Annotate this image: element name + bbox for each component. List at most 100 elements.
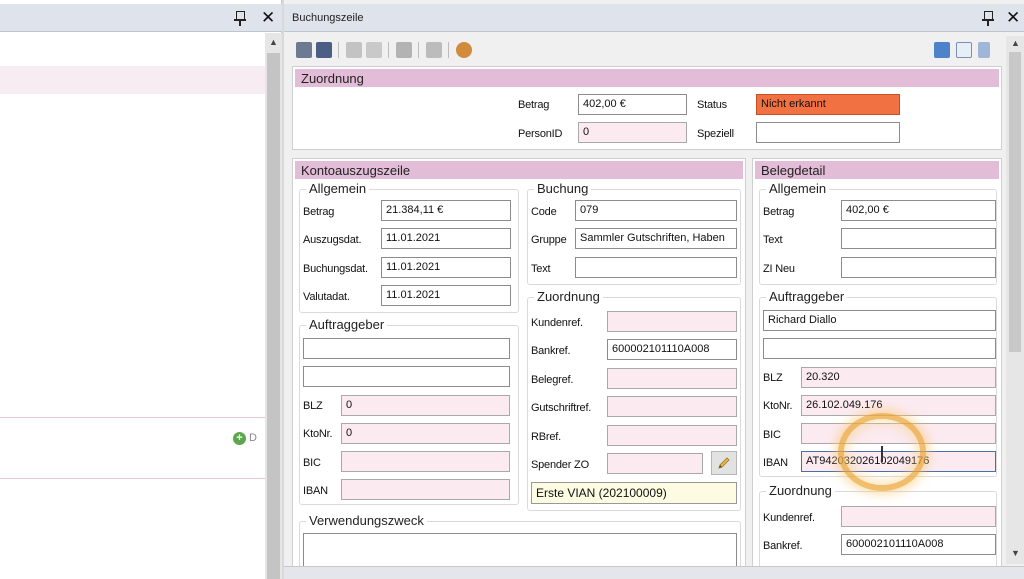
gutschriftref-label: Gutschriftref. bbox=[531, 402, 592, 414]
valutadat-field[interactable]: 11.01.2021 bbox=[381, 285, 511, 306]
pin-icon[interactable] bbox=[982, 10, 994, 26]
belegref-field[interactable] bbox=[607, 368, 737, 389]
spender-zo-field[interactable] bbox=[607, 453, 703, 474]
auszugsdat-label: Auszugsdat. bbox=[303, 234, 362, 246]
kundenref-field[interactable] bbox=[607, 311, 737, 332]
kontoauszugszeile-section: Kontoauszugszeile Allgemein Betrag 21.38… bbox=[292, 158, 746, 571]
group-legend: Zuordnung bbox=[534, 289, 603, 304]
person-icon[interactable] bbox=[456, 42, 472, 58]
bankref-field[interactable]: 600002101110A008 bbox=[841, 534, 996, 555]
scroll-down-icon[interactable]: ▼ bbox=[1010, 548, 1021, 559]
close-icon[interactable]: ✕ bbox=[261, 9, 275, 26]
auftraggeber-name2-field[interactable] bbox=[763, 338, 996, 359]
text-label: Text bbox=[531, 263, 551, 275]
iban-label: IBAN bbox=[303, 485, 328, 497]
zi-neu-label: ZI Neu bbox=[763, 263, 795, 275]
betrag-label: Betrag bbox=[518, 99, 550, 111]
group-legend: Allgemein bbox=[306, 181, 370, 196]
navigate-icon[interactable] bbox=[934, 42, 950, 58]
pin-icon[interactable] bbox=[234, 10, 246, 26]
toolbar-separator bbox=[338, 42, 339, 58]
scroll-up-icon[interactable]: ▲ bbox=[1010, 38, 1021, 49]
bic-label: BIC bbox=[303, 457, 321, 469]
save-as-icon[interactable] bbox=[316, 42, 332, 58]
verwendungszweck-field[interactable] bbox=[303, 533, 737, 567]
vian-field[interactable]: Erste VIAN (202100009) bbox=[531, 482, 737, 504]
save-icon[interactable] bbox=[296, 42, 312, 58]
speziell-field[interactable] bbox=[756, 122, 900, 143]
rbref-label: RBref. bbox=[531, 431, 561, 443]
zi-neu-field[interactable] bbox=[841, 257, 996, 278]
belegdetail-section: Belegdetail Allgemein Betrag 402,00 € Te… bbox=[752, 158, 1002, 571]
personid-label: PersonID bbox=[518, 128, 563, 140]
auftraggeber-name1-field[interactable] bbox=[303, 338, 510, 359]
iban-field[interactable]: AT942032026102049176 bbox=[801, 451, 996, 472]
ktonr-field[interactable]: 0 bbox=[341, 423, 510, 444]
bic-field[interactable] bbox=[801, 423, 996, 444]
betrag-field[interactable]: 402,00 € bbox=[841, 200, 996, 221]
code-field[interactable]: 079 bbox=[575, 200, 737, 221]
auftraggeber-name1-field[interactable]: Richard Diallo bbox=[763, 310, 996, 331]
status-label: Status bbox=[697, 99, 727, 111]
left-scrollbar-thumb[interactable] bbox=[267, 53, 280, 579]
iban-label: IBAN bbox=[763, 457, 788, 469]
buchungsdat-label: Buchungsdat. bbox=[303, 263, 368, 275]
bankref-field[interactable]: 600002101110A008 bbox=[607, 339, 737, 360]
buchungsdat-field[interactable]: 11.01.2021 bbox=[381, 257, 511, 278]
blz-field[interactable]: 0 bbox=[341, 395, 510, 416]
document-icon[interactable] bbox=[426, 42, 442, 58]
left-panel: ✕ + D ▲ bbox=[0, 0, 282, 579]
personid-field[interactable]: 0 bbox=[578, 122, 687, 143]
status-field[interactable]: Nicht erkannt bbox=[756, 94, 900, 115]
divider bbox=[0, 478, 265, 479]
add-icon[interactable]: + bbox=[233, 432, 246, 445]
back-arrow-icon[interactable] bbox=[978, 42, 990, 58]
blz-label: BLZ bbox=[763, 372, 783, 384]
right-titlebar: Buchungszeile ✕ bbox=[284, 4, 1024, 32]
pencil-icon bbox=[718, 457, 730, 469]
gutschriftref-field[interactable] bbox=[607, 396, 737, 417]
bic-label: BIC bbox=[763, 429, 781, 441]
rbref-field[interactable] bbox=[607, 425, 737, 446]
group-legend: Buchung bbox=[534, 181, 592, 196]
panel-title: Buchungszeile bbox=[292, 12, 364, 24]
edit-spender-button[interactable] bbox=[711, 451, 737, 475]
kundenref-field[interactable] bbox=[841, 506, 996, 527]
list-item[interactable] bbox=[0, 66, 265, 94]
left-scrollbar[interactable]: ▲ bbox=[265, 33, 282, 579]
close-icon[interactable]: ✕ bbox=[1006, 9, 1020, 26]
betrag-field[interactable]: 402,00 € bbox=[578, 94, 687, 115]
ktonr-field[interactable]: 26.102.049.176 bbox=[801, 395, 996, 416]
right-scrollbar[interactable]: ▲ ▼ bbox=[1006, 36, 1024, 564]
toolbar-separator bbox=[418, 42, 419, 58]
valutadat-label: Valutadat. bbox=[303, 291, 350, 303]
auftraggeber-name2-field[interactable] bbox=[303, 366, 510, 387]
attach-icon[interactable] bbox=[346, 42, 362, 58]
betrag-label: Betrag bbox=[303, 206, 335, 218]
section-header: Belegdetail bbox=[755, 161, 999, 179]
zuordnung-group: Zuordnung bbox=[759, 483, 997, 571]
gruppe-field[interactable]: Sammler Gutschriften, Haben bbox=[575, 228, 737, 249]
print-icon[interactable] bbox=[396, 42, 412, 58]
toolbar-separator bbox=[388, 42, 389, 58]
text-field[interactable] bbox=[575, 257, 737, 278]
betrag-field[interactable]: 21.384,11 € bbox=[381, 200, 511, 221]
bottom-panel-strip bbox=[284, 566, 1024, 579]
attach-remove-icon[interactable] bbox=[366, 42, 382, 58]
add-button-label[interactable]: D bbox=[249, 432, 257, 444]
scroll-up-icon[interactable]: ▲ bbox=[268, 37, 279, 48]
iban-field[interactable] bbox=[341, 479, 510, 500]
checklist-icon[interactable] bbox=[956, 42, 972, 58]
text-field[interactable] bbox=[841, 228, 996, 249]
code-label: Code bbox=[531, 206, 557, 218]
text-label: Text bbox=[763, 234, 783, 246]
bic-field[interactable] bbox=[341, 451, 510, 472]
left-titlebar: ✕ bbox=[0, 4, 282, 32]
speziell-label: Speziell bbox=[697, 128, 734, 140]
bankref-label: Bankref. bbox=[531, 345, 571, 357]
blz-field[interactable]: 20.320 bbox=[801, 367, 996, 388]
bankref-label: Bankref. bbox=[763, 540, 803, 552]
toolbar bbox=[284, 36, 1024, 64]
right-scrollbar-thumb[interactable] bbox=[1009, 52, 1021, 352]
auszugsdat-field[interactable]: 11.01.2021 bbox=[381, 228, 511, 249]
